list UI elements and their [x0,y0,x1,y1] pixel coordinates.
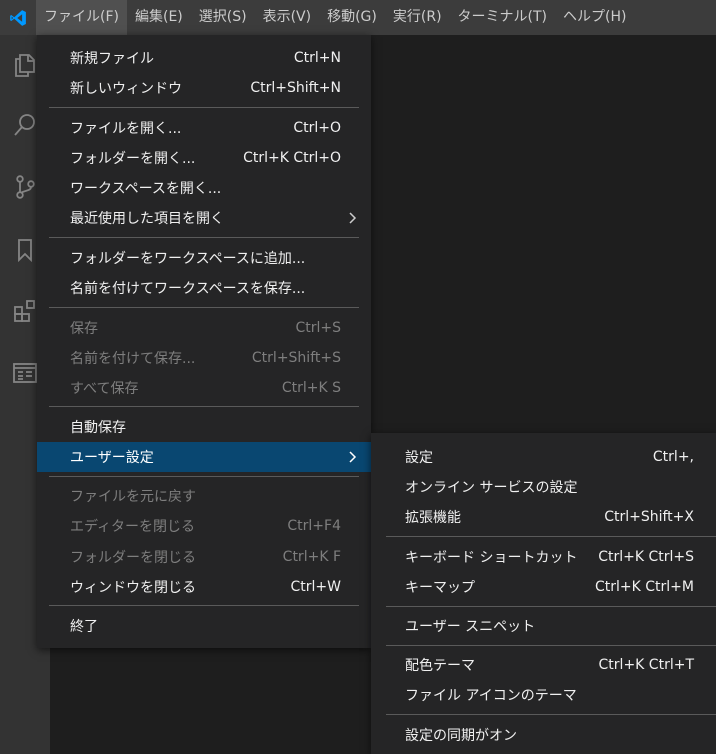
menu-item-open-workspace[interactable]: ワークスペースを開く... [37,173,371,203]
menu-separator [49,605,359,606]
menu-item-new-file[interactable]: 新規ファイル Ctrl+N [37,43,371,73]
menu-go[interactable]: 移動(G) [319,0,385,35]
menu-bar: ファイル(F) 編集(E) 選択(S) 表示(V) 移動(G) 実行(R) ター… [36,0,634,35]
menu-item-open-folder[interactable]: フォルダーを開く... Ctrl+K Ctrl+O [37,143,371,173]
menu-separator [49,307,359,308]
menu-terminal[interactable]: ターミナル(T) [450,0,555,35]
menu-separator [49,107,359,108]
menu-separator [386,536,716,537]
menu-item-open-recent[interactable]: 最近使用した項目を開く [37,203,371,233]
menu-item-save-workspace-as[interactable]: 名前を付けてワークスペースを保存... [37,273,371,303]
menu-item-auto-save[interactable]: 自動保存 [37,412,371,442]
menu-item-user-snippets[interactable]: ユーザー スニペット [371,611,716,641]
menu-item-color-theme[interactable]: 配色テーマ Ctrl+K Ctrl+T [371,650,716,680]
menu-item-close-editor[interactable]: エディターを閉じる Ctrl+F4 [37,511,371,541]
chevron-right-icon [347,449,359,469]
menu-item-new-window[interactable]: 新しいウィンドウ Ctrl+Shift+N [37,73,371,103]
file-menu: 新規ファイル Ctrl+N 新しいウィンドウ Ctrl+Shift+N ファイル… [37,35,371,648]
menu-item-keyboard-shortcuts[interactable]: キーボード ショートカット Ctrl+K Ctrl+S [371,542,716,572]
chevron-right-icon [347,210,359,230]
title-bar: ファイル(F) 編集(E) 選択(S) 表示(V) 移動(G) 実行(R) ター… [0,0,716,35]
menu-item-save[interactable]: 保存 Ctrl+S [37,313,371,343]
menu-item-revert-file[interactable]: ファイルを元に戻す [37,481,371,511]
menu-item-exit[interactable]: 終了 [37,611,371,641]
preferences-submenu: 設定 Ctrl+, オンライン サービスの設定 拡張機能 Ctrl+Shift+… [371,433,716,754]
menu-separator [386,714,716,715]
menu-item-extensions[interactable]: 拡張機能 Ctrl+Shift+X [371,502,716,532]
menu-separator [386,645,716,646]
menu-separator [49,237,359,238]
menu-separator [49,406,359,407]
vscode-logo-icon [0,0,35,35]
menu-file[interactable]: ファイル(F) [36,0,127,35]
menu-separator [49,476,359,477]
menu-item-open-file[interactable]: ファイルを開く... Ctrl+O [37,113,371,143]
menu-item-online-services-settings[interactable]: オンライン サービスの設定 [371,472,716,502]
menu-separator [386,606,716,607]
menu-item-add-folder-to-workspace[interactable]: フォルダーをワークスペースに追加... [37,243,371,273]
menu-edit[interactable]: 編集(E) [127,0,191,35]
menu-item-settings-sync[interactable]: 設定の同期がオン [371,720,716,750]
menu-item-save-all[interactable]: すべて保存 Ctrl+K S [37,373,371,403]
menu-help[interactable]: ヘルプ(H) [555,0,634,35]
menu-run[interactable]: 実行(R) [385,0,450,35]
menu-item-close-folder[interactable]: フォルダーを閉じる Ctrl+K F [37,542,371,572]
menu-item-file-icon-theme[interactable]: ファイル アイコンのテーマ [371,680,716,710]
menu-item-close-window[interactable]: ウィンドウを閉じる Ctrl+W [37,572,371,602]
menu-selection[interactable]: 選択(S) [191,0,255,35]
menu-item-settings[interactable]: 設定 Ctrl+, [371,442,716,472]
menu-view[interactable]: 表示(V) [255,0,320,35]
menu-item-preferences[interactable]: ユーザー設定 [37,442,371,472]
menu-item-keymaps[interactable]: キーマップ Ctrl+K Ctrl+M [371,572,716,602]
menu-item-save-as[interactable]: 名前を付けて保存... Ctrl+Shift+S [37,343,371,373]
